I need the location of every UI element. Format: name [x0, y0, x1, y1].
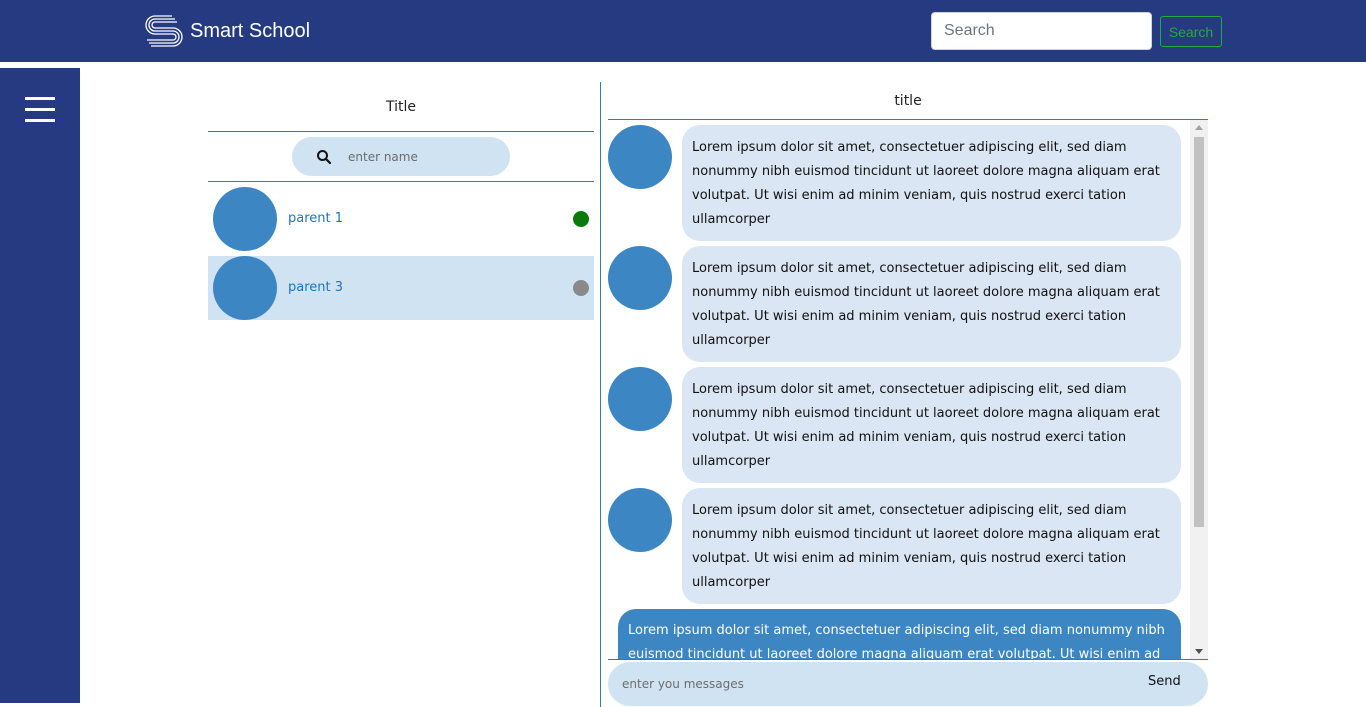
send-button[interactable]: Send: [1148, 674, 1181, 689]
divider: [208, 181, 594, 182]
search-input[interactable]: [931, 12, 1152, 50]
own-message-bubble: Lorem ipsum dolor sit amet, consectetuer…: [618, 609, 1181, 660]
divider: [608, 659, 1208, 660]
top-navbar: Smart School Search: [0, 0, 1366, 62]
contact-search: [292, 137, 510, 176]
message-input[interactable]: [622, 673, 1122, 695]
search-button[interactable]: Search: [1160, 16, 1222, 47]
chat-scrollbar[interactable]: [1190, 120, 1208, 660]
contact-name: parent 1: [288, 211, 344, 226]
avatar: [213, 256, 277, 320]
brand[interactable]: Smart School: [145, 14, 310, 48]
contact-item[interactable]: parent 1: [208, 187, 594, 251]
scroll-up-icon[interactable]: [1195, 125, 1203, 130]
message-composer: Send: [608, 662, 1208, 706]
message-bubble: Lorem ipsum dolor sit amet, consectetuer…: [682, 488, 1181, 604]
avatar: [608, 125, 672, 189]
message-bubble: Lorem ipsum dolor sit amet, consectetuer…: [682, 246, 1181, 362]
divider: [208, 131, 594, 132]
avatar: [608, 246, 672, 310]
logo-icon: [145, 15, 183, 47]
message-item: Lorem ipsum dolor sit amet, consectetuer…: [608, 362, 1183, 483]
panel-divider: [600, 82, 601, 707]
brand-name: Smart School: [190, 19, 311, 42]
avatar: [608, 488, 672, 552]
message-bubble: Lorem ipsum dolor sit amet, consectetuer…: [682, 125, 1181, 241]
message-item: Lorem ipsum dolor sit amet, consectetuer…: [608, 120, 1183, 241]
chat-messages[interactable]: Lorem ipsum dolor sit amet, consectetuer…: [608, 120, 1208, 660]
message-bubble: Lorem ipsum dolor sit amet, consectetuer…: [682, 367, 1181, 483]
contacts-title: Title: [385, 99, 416, 115]
search-icon[interactable]: [316, 149, 332, 165]
contacts-panel: Title parent 1 parent 3: [208, 82, 594, 707]
contact-name: parent 3: [288, 280, 344, 295]
message-item: Lorem ipsum dolor sit amet, consectetuer…: [608, 483, 1183, 604]
avatar: [608, 367, 672, 431]
chat-title: title: [894, 93, 922, 109]
avatar: [213, 187, 277, 251]
scroll-down-icon[interactable]: [1195, 649, 1203, 654]
scrollbar-thumb[interactable]: [1194, 137, 1204, 527]
hamburger-menu-icon[interactable]: [25, 97, 55, 122]
sidebar: [0, 68, 80, 703]
contact-search-input[interactable]: [348, 145, 498, 168]
contact-item[interactable]: parent 3: [208, 256, 594, 320]
offline-status-dot: [573, 280, 589, 296]
online-status-dot: [573, 211, 589, 227]
message-item: Lorem ipsum dolor sit amet, consectetuer…: [608, 241, 1183, 362]
